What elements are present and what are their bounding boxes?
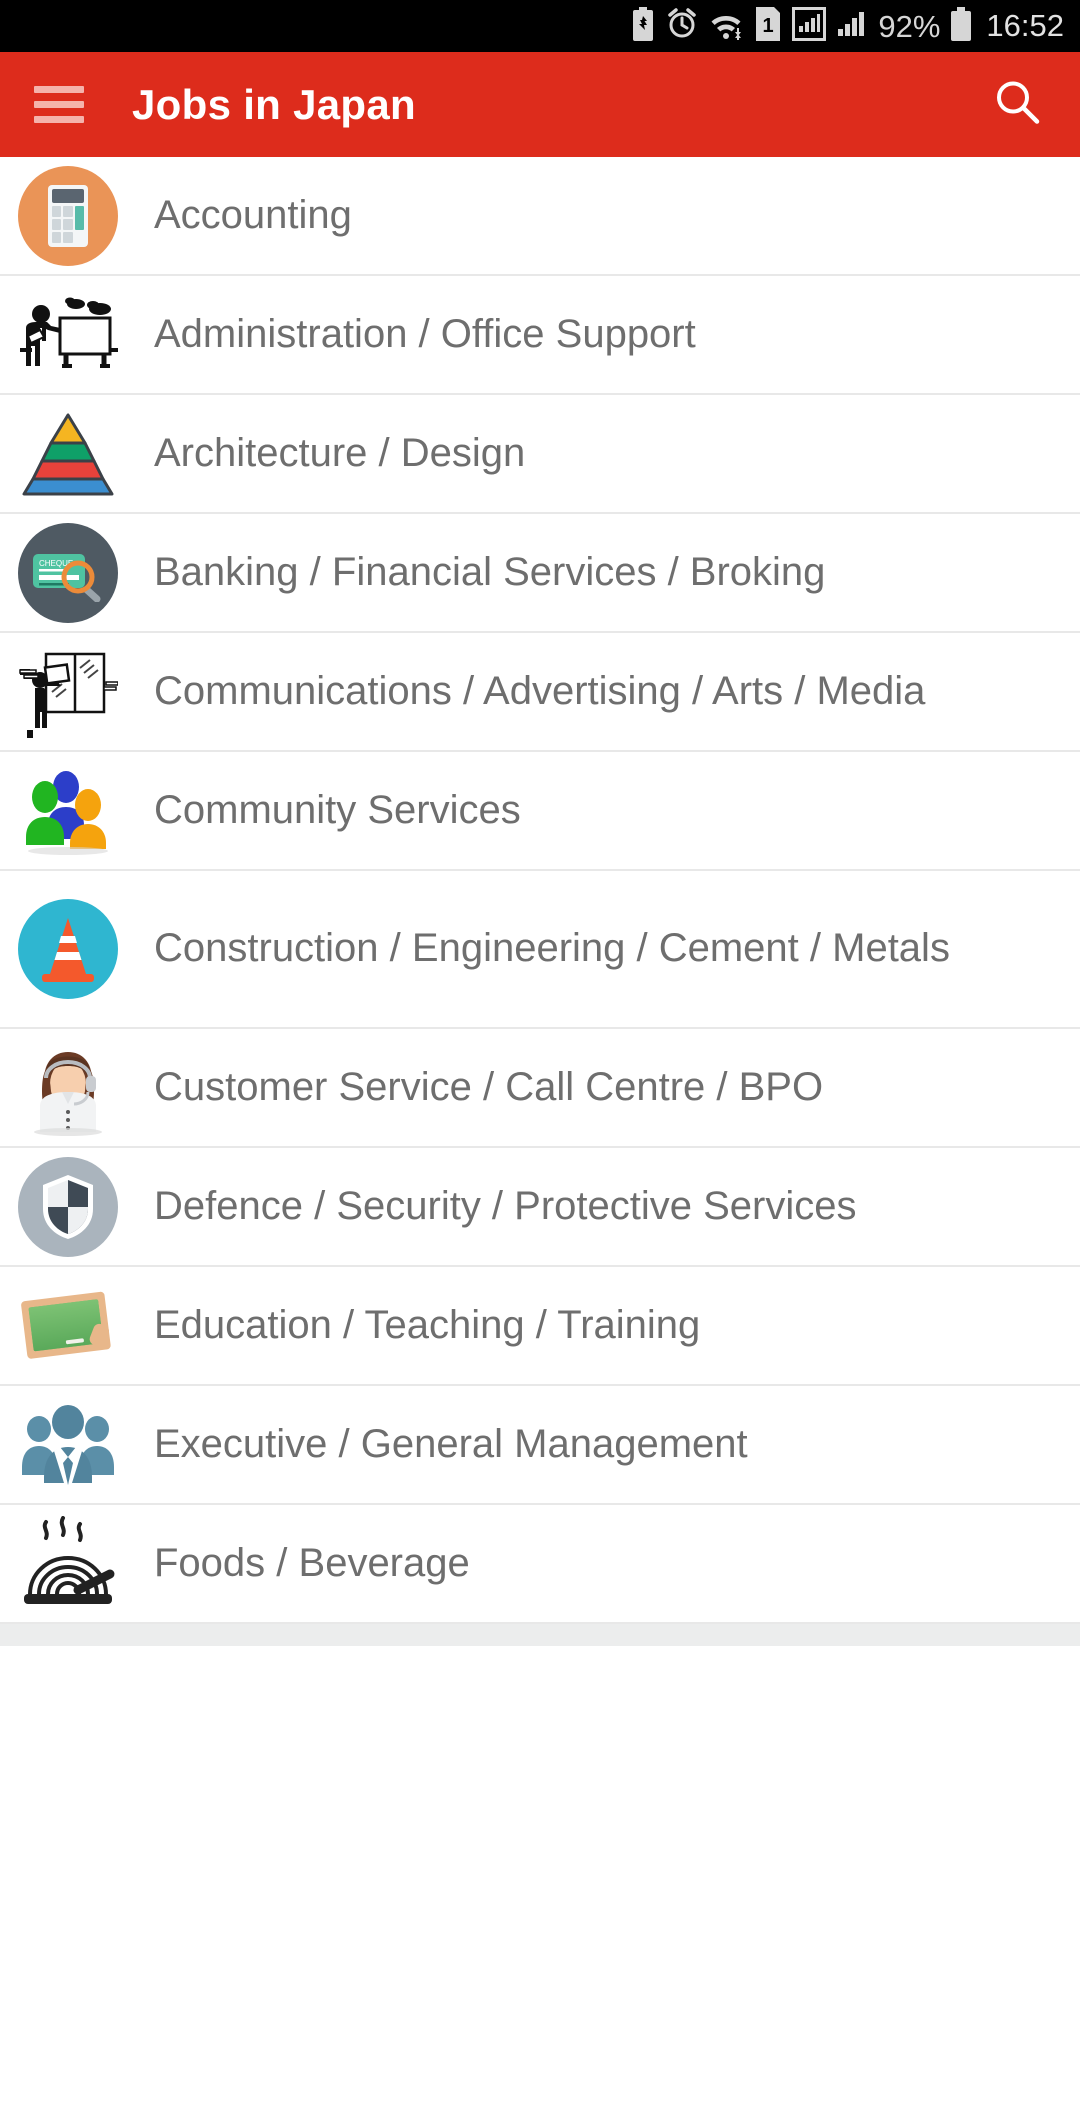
shield-icon (18, 1156, 118, 1257)
traffic-cone-icon (18, 899, 118, 999)
battery-saver-icon (630, 6, 656, 46)
page-title: Jobs in Japan (132, 80, 416, 128)
list-item[interactable]: Education / Teaching / Training (0, 1267, 1080, 1386)
sim-1-icon: 1 (754, 6, 782, 46)
battery-icon (950, 6, 972, 46)
list-item[interactable]: Administration / Office Support (0, 276, 1080, 395)
list-item-label: Administration / Office Support (154, 311, 696, 356)
list-item-label: Customer Service / Call Centre / BPO (154, 1064, 824, 1109)
hamburger-menu-icon[interactable] (34, 86, 84, 123)
list-item-label: Accounting (154, 192, 352, 237)
list-item[interactable]: CHEQUE Banking / Financial Services / Br… (0, 514, 1080, 633)
svg-text:1: 1 (763, 15, 774, 37)
list-item[interactable]: Construction / Engineering / Cement / Me… (0, 871, 1080, 1029)
chalkboard-icon (18, 1276, 118, 1376)
clock-label: 16:52 (986, 8, 1064, 43)
headset-agent-icon (18, 1038, 118, 1138)
poster-hanging-icon (18, 642, 118, 742)
list-item-label: Architecture / Design (154, 430, 526, 475)
signal-bars-icon (836, 8, 868, 45)
wifi-icon (708, 8, 744, 45)
search-icon[interactable] (992, 76, 1044, 133)
people-group-color-icon (18, 761, 118, 861)
pyramid-icon (18, 404, 118, 504)
list-item-label: Executive / General Management (154, 1421, 748, 1466)
app-bar: Jobs in Japan (0, 52, 1080, 157)
list-item-label: Education / Teaching / Training (154, 1302, 701, 1347)
noodle-bowl-icon (18, 1514, 118, 1614)
signal-boxed-icon (792, 6, 827, 46)
list-item[interactable]: Accounting (0, 157, 1080, 276)
list-item-label: Foods / Beverage (154, 1540, 470, 1585)
business-people-icon (18, 1395, 118, 1495)
list-item-label: Defence / Security / Protective Services (154, 1183, 857, 1228)
list-item[interactable]: Foods / Beverage (0, 1505, 1080, 1624)
list-item[interactable]: Architecture / Design (0, 395, 1080, 514)
list-item[interactable]: Community Services (0, 752, 1080, 871)
alarm-icon (666, 7, 698, 45)
cheque-magnifier-icon: CHEQUE (18, 522, 118, 623)
list-item[interactable]: Customer Service / Call Centre / BPO (0, 1029, 1080, 1148)
list-item[interactable]: Defence / Security / Protective Services (0, 1148, 1080, 1267)
list-item-label: Banking / Financial Services / Broking (154, 549, 826, 594)
calculator-icon (18, 165, 118, 266)
bottom-strip (0, 1624, 1080, 1646)
list-item[interactable]: Communications / Advertising / Arts / Me… (0, 633, 1080, 752)
list-item-label: Communications / Advertising / Arts / Me… (154, 668, 926, 713)
list-item-label: Construction / Engineering / Cement / Me… (154, 926, 950, 971)
list-item[interactable]: Executive / General Management (0, 1386, 1080, 1505)
category-list[interactable]: Accounting Administration / Office Suppo… (0, 157, 1080, 1624)
presenter-whiteboard-icon (18, 285, 118, 385)
status-bar: 1 92% 16:52 (0, 0, 1080, 52)
battery-percent-label: 92% (878, 8, 941, 44)
list-item-label: Community Services (154, 787, 521, 832)
